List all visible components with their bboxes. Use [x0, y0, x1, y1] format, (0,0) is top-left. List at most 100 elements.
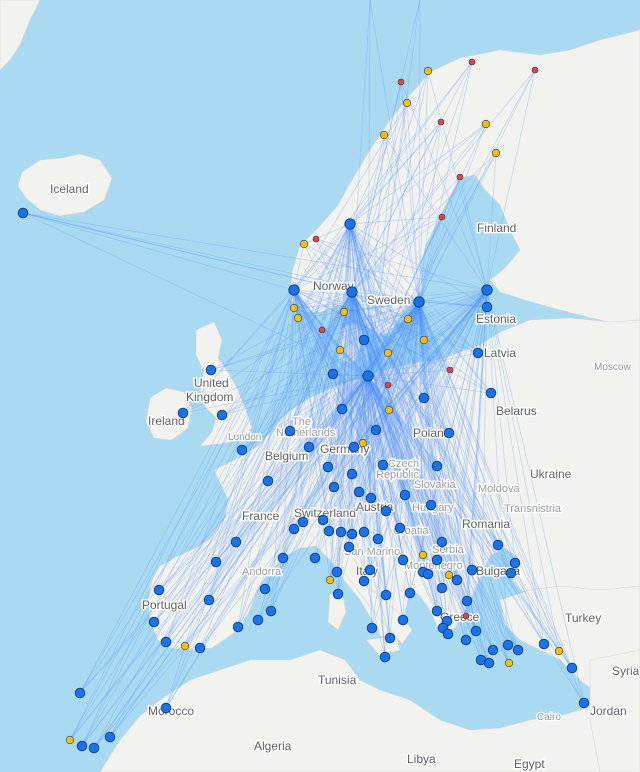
airport-marker[interactable] — [472, 347, 484, 359]
airport-marker[interactable] — [216, 409, 228, 421]
airport-marker[interactable] — [346, 528, 358, 540]
airport-marker[interactable] — [317, 514, 329, 526]
airport-marker[interactable] — [483, 657, 495, 669]
airport-marker[interactable] — [460, 634, 472, 646]
airport-marker[interactable] — [336, 403, 348, 415]
airport-marker[interactable] — [578, 697, 590, 709]
airport-marker[interactable] — [384, 632, 396, 644]
seasonal-airport-marker[interactable] — [383, 348, 393, 358]
airport-marker[interactable] — [160, 702, 172, 714]
airport-marker[interactable] — [288, 523, 300, 535]
airport-marker[interactable] — [335, 526, 347, 538]
seasonal-airport-marker[interactable] — [419, 335, 429, 345]
airport-marker[interactable] — [17, 207, 29, 219]
airport-marker[interactable] — [327, 368, 339, 380]
airport-marker[interactable] — [380, 589, 392, 601]
airport-marker[interactable] — [328, 481, 340, 493]
airport-marker[interactable] — [399, 489, 411, 501]
airport-marker[interactable] — [348, 441, 360, 453]
hub-airport-marker[interactable] — [344, 218, 356, 230]
airport-marker[interactable] — [76, 740, 88, 752]
airport-marker[interactable] — [397, 554, 409, 566]
airport-marker[interactable] — [104, 731, 116, 743]
seasonal-airport-marker[interactable] — [403, 314, 413, 324]
small-airport-marker[interactable] — [531, 66, 539, 74]
airport-marker[interactable] — [332, 588, 344, 600]
seasonal-airport-marker[interactable] — [293, 313, 303, 323]
airport-marker[interactable] — [502, 639, 514, 651]
airport-marker[interactable] — [210, 556, 222, 568]
seasonal-airport-marker[interactable] — [65, 735, 75, 745]
airport-marker[interactable] — [230, 536, 242, 548]
hub-airport-marker[interactable] — [346, 286, 358, 298]
airport-marker[interactable] — [203, 594, 215, 606]
small-airport-marker[interactable] — [446, 366, 454, 374]
airport-marker[interactable] — [404, 587, 416, 599]
airport-marker[interactable] — [394, 522, 406, 534]
airport-marker[interactable] — [74, 687, 86, 699]
airport-marker[interactable] — [485, 387, 497, 399]
hub-airport-marker[interactable] — [288, 284, 300, 296]
airport-marker[interactable] — [346, 468, 358, 480]
airport-marker[interactable] — [470, 625, 482, 637]
airport-marker[interactable] — [431, 605, 443, 617]
airport-marker[interactable] — [418, 392, 430, 404]
airport-marker[interactable] — [366, 622, 378, 634]
seasonal-airport-marker[interactable] — [402, 98, 412, 108]
airport-marker[interactable] — [492, 539, 504, 551]
small-airport-marker[interactable] — [462, 612, 470, 620]
seasonal-airport-marker[interactable] — [423, 66, 433, 76]
airport-marker[interactable] — [252, 614, 264, 626]
airport-marker[interactable] — [353, 486, 365, 498]
airport-marker[interactable] — [284, 425, 296, 437]
airport-marker[interactable] — [431, 554, 443, 566]
small-airport-marker[interactable] — [312, 235, 320, 243]
airport-marker[interactable] — [505, 567, 517, 579]
airport-marker[interactable] — [331, 566, 343, 578]
seasonal-airport-marker[interactable] — [299, 239, 309, 249]
airport-marker[interactable] — [358, 334, 370, 346]
small-airport-marker[interactable] — [456, 173, 464, 181]
airport-marker[interactable] — [232, 621, 244, 633]
airport-marker[interactable] — [262, 475, 274, 487]
airport-marker[interactable] — [358, 575, 370, 587]
airport-marker[interactable] — [153, 584, 165, 596]
airport-marker[interactable] — [509, 557, 521, 569]
small-airport-marker[interactable] — [384, 381, 392, 389]
airport-marker[interactable] — [343, 541, 355, 553]
airport-marker[interactable] — [88, 742, 100, 754]
seasonal-airport-marker[interactable] — [444, 570, 454, 580]
route-map[interactable]: Iceland Finland Norway Sweden Estonia La… — [0, 0, 640, 772]
seasonal-airport-marker[interactable] — [358, 438, 368, 448]
airport-marker[interactable] — [177, 407, 189, 419]
airport-marker[interactable] — [365, 492, 377, 504]
small-airport-marker[interactable] — [437, 118, 445, 126]
airport-marker[interactable] — [379, 651, 391, 663]
hub-airport-marker[interactable] — [481, 284, 493, 296]
airport-marker[interactable] — [481, 301, 493, 313]
airport-marker[interactable] — [323, 525, 335, 537]
airport-marker[interactable] — [538, 638, 550, 650]
airport-marker[interactable] — [160, 636, 172, 648]
airport-marker[interactable] — [442, 628, 454, 640]
airport-marker[interactable] — [236, 444, 248, 456]
airport-marker[interactable] — [466, 564, 478, 576]
seasonal-airport-marker[interactable] — [481, 119, 491, 129]
seasonal-airport-marker[interactable] — [289, 303, 299, 313]
seasonal-airport-marker[interactable] — [335, 345, 345, 355]
airport-marker[interactable] — [451, 574, 463, 586]
seasonal-airport-marker[interactable] — [379, 130, 389, 140]
airport-marker[interactable] — [322, 461, 334, 473]
airport-marker[interactable] — [436, 582, 448, 594]
seasonal-airport-marker[interactable] — [554, 646, 564, 656]
map-canvas[interactable]: Iceland Finland Norway Sweden Estonia La… — [0, 0, 640, 772]
airport-marker[interactable] — [431, 460, 443, 472]
airport-marker[interactable] — [205, 364, 217, 376]
airport-marker[interactable] — [377, 459, 389, 471]
airport-marker[interactable] — [148, 616, 160, 628]
airport-marker[interactable] — [397, 614, 409, 626]
airport-marker[interactable] — [422, 568, 434, 580]
airport-marker[interactable] — [358, 526, 370, 538]
seasonal-airport-marker[interactable] — [491, 148, 501, 158]
seasonal-airport-marker[interactable] — [384, 405, 394, 415]
